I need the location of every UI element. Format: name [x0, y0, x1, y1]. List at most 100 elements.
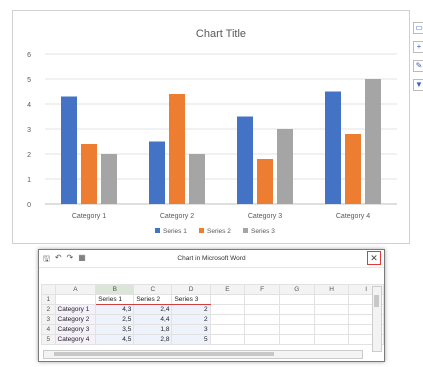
y-tick-label: 6: [27, 52, 31, 59]
bar: [189, 154, 205, 204]
chart-styles-brush-icon[interactable]: ✎: [413, 60, 423, 72]
column-header[interactable]: H: [313, 284, 350, 295]
grid-cell[interactable]: [209, 334, 246, 345]
bar: [237, 116, 253, 204]
bar: [149, 141, 165, 204]
y-tick-label: 1: [27, 177, 31, 184]
grid-cell[interactable]: 4,3: [95, 304, 135, 315]
grid-cell[interactable]: [54, 294, 97, 305]
grid-cell[interactable]: 4,4: [133, 314, 173, 325]
y-tick-label: 4: [27, 102, 31, 109]
bar: [61, 96, 77, 204]
grid-cell[interactable]: 2: [171, 314, 211, 325]
grid-cell[interactable]: Category 2: [54, 314, 97, 325]
chart-area[interactable]: Chart Title 0 1 2 3 4 5 6 Category 1 Category 2 Ca…: [12, 10, 410, 244]
chart-data-window: 🖫 ↶ ↷ ▦ Chart in Microsoft Word ✕ ABCDEF…: [38, 249, 385, 362]
grid-cell[interactable]: 2,4: [133, 304, 173, 315]
grid-cell[interactable]: [278, 294, 315, 305]
window-titlebar: 🖫 ↶ ↷ ▦ Chart in Microsoft Word ✕: [39, 250, 384, 268]
scroll-thumb[interactable]: [54, 352, 274, 356]
grid-cell[interactable]: Series 3: [171, 294, 211, 305]
grid-cell[interactable]: [313, 334, 350, 345]
window-title: Chart in Microsoft Word: [177, 255, 246, 262]
y-tick-label: 3: [27, 127, 31, 134]
grid-cell[interactable]: [244, 314, 280, 325]
grid-cell[interactable]: [278, 314, 315, 325]
grid-cell[interactable]: [209, 294, 246, 305]
row-header[interactable]: 5: [41, 334, 56, 345]
bar: [277, 129, 293, 204]
row-header[interactable]: 4: [41, 324, 56, 335]
chart-filters-icon[interactable]: ▼: [413, 79, 423, 91]
grid-cell[interactable]: [244, 304, 280, 315]
chart-title: Chart Title: [196, 28, 246, 40]
x-tick-label: Category 1: [72, 213, 106, 220]
x-tick-label: Category 4: [336, 213, 370, 220]
legend-label: Series 2: [207, 228, 231, 235]
grid-cell[interactable]: [278, 334, 315, 345]
row-header[interactable]: 2: [41, 304, 56, 315]
grid-cell[interactable]: 2,5: [95, 314, 135, 325]
bar: [365, 79, 381, 204]
chart-side-tools: ▭ + ✎ ▼: [413, 22, 423, 98]
grid-cell[interactable]: 5: [171, 334, 211, 345]
grid-cell[interactable]: [209, 314, 246, 325]
grid-cell[interactable]: [313, 324, 350, 335]
grid-cell[interactable]: [313, 314, 350, 325]
close-button[interactable]: ✕: [367, 251, 381, 265]
bar: [345, 134, 361, 204]
grid-cell[interactable]: Category 4: [54, 334, 97, 345]
column-header[interactable]: A: [54, 284, 97, 295]
grid-cell[interactable]: [313, 294, 350, 305]
grid-cell[interactable]: 3,5: [95, 324, 135, 335]
row-header[interactable]: 3: [41, 314, 56, 325]
grid-cell[interactable]: [209, 324, 246, 335]
table-row: 4 Category 3 3,5 1,8 3: [41, 324, 384, 335]
grid-cell[interactable]: Category 3: [54, 324, 97, 335]
legend-label: Series 3: [251, 228, 275, 235]
table-row: 1 Series 1 Series 2 Series 3: [41, 294, 384, 305]
column-header[interactable]: F: [244, 284, 280, 295]
grid-cell[interactable]: 1,8: [133, 324, 173, 335]
grid-cell[interactable]: Series 1: [95, 294, 135, 305]
grid-cell[interactable]: [244, 294, 280, 305]
grid-cell[interactable]: 3: [171, 324, 211, 335]
bar: [81, 144, 97, 204]
grid-cell[interactable]: [313, 304, 350, 315]
grid-cell[interactable]: 2,8: [133, 334, 173, 345]
column-header-row: ABCDEFGHI: [41, 284, 384, 295]
grid-cell[interactable]: [209, 304, 246, 315]
legend-swatch: [243, 228, 248, 233]
grid-cell[interactable]: [278, 324, 315, 335]
select-all-corner[interactable]: [41, 284, 56, 295]
vertical-scrollbar[interactable]: [372, 286, 382, 352]
grid-cell[interactable]: [244, 324, 280, 335]
column-header[interactable]: G: [278, 284, 315, 295]
grid-cell[interactable]: [278, 304, 315, 315]
legend-label: Series 1: [163, 228, 187, 235]
spreadsheet-grid[interactable]: A B C D E F G H I 1 Series 1 Series 2 Series 3 2 Categ…: [41, 284, 384, 345]
row-header[interactable]: 1: [41, 294, 56, 305]
scroll-thumb[interactable]: [374, 295, 379, 307]
layout-options-icon[interactable]: ▭: [413, 22, 423, 34]
chart-elements-plus-icon[interactable]: +: [413, 41, 423, 53]
grid-cell[interactable]: Series 2: [133, 294, 173, 305]
bar: [257, 159, 273, 204]
table-row: 3 Category 2 2,5 4,4 2: [41, 314, 384, 325]
horizontal-scrollbar[interactable]: [43, 350, 363, 359]
column-header[interactable]: D: [171, 284, 211, 295]
column-header[interactable]: E: [209, 284, 246, 295]
document-page: Chart Title 0 1 2 3 4 5 6 Category 1 Category 2 Ca…: [0, 0, 423, 367]
bar-chart: Chart Title 0 1 2 3 4 5 6 Category 1 Category 2 Ca…: [27, 28, 397, 235]
legend-swatch: [155, 228, 160, 233]
grid-cell[interactable]: [244, 334, 280, 345]
grid-cell[interactable]: 2: [171, 304, 211, 315]
grid-cell[interactable]: Category 1: [54, 304, 97, 315]
grid-cell[interactable]: 4,5: [95, 334, 135, 345]
column-header[interactable]: B: [95, 284, 135, 295]
x-tick-label: Category 2: [160, 213, 194, 220]
table-row: 5 Category 4 4,5 2,8 5: [41, 334, 384, 345]
bar: [101, 154, 117, 204]
table-row: 2 Category 1 4,3 2,4 2: [41, 304, 384, 315]
column-header[interactable]: C: [133, 284, 173, 295]
